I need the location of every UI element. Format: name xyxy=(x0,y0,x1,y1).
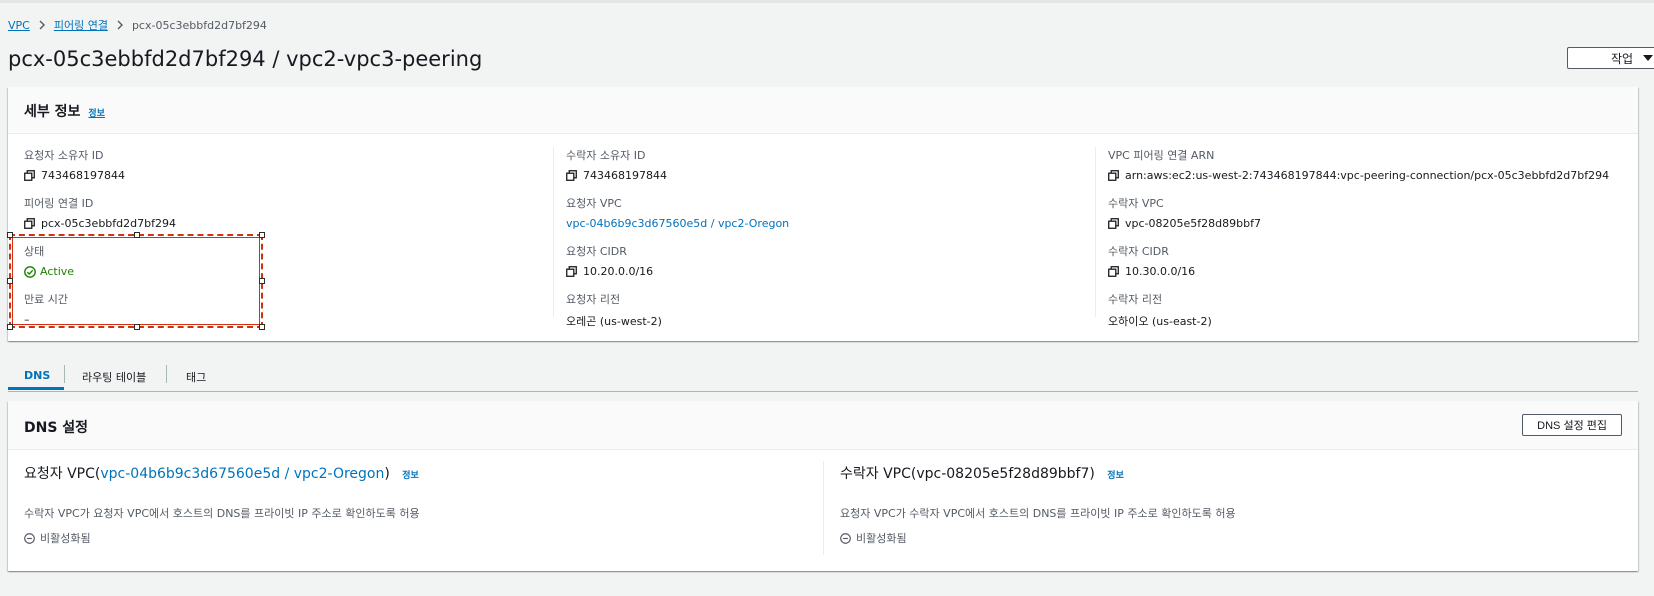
accepter-vpc-field: 수락자 VPC vpc-08205e5f28d89bbf7 xyxy=(1108,195,1261,230)
details-panel-title: 세부 정보 정보 xyxy=(24,101,105,121)
edit-dns-settings-button[interactable]: DNS 설정 편집 xyxy=(1522,414,1622,436)
resize-handle xyxy=(134,324,140,330)
requester-dns-heading: 요청자 VPC(vpc-04b6b9c3d67560e5d / vpc2-Ore… xyxy=(24,463,420,483)
requester-vpc-field: 요청자 VPC vpc-04b6b9c3d67560e5d / vpc2-Ore… xyxy=(566,195,789,230)
accepter-cidr-field: 수락자 CIDR 10.30.0.0/16 xyxy=(1108,243,1195,278)
chevron-right-icon xyxy=(38,20,46,30)
caret-down-icon xyxy=(1643,55,1654,61)
requester-dns-description: 수락자 VPC가 요청자 VPC에서 호스트의 DNS를 프라이빗 IP 주소로… xyxy=(24,507,420,520)
requester-dns-heading-suffix: ) xyxy=(384,466,390,482)
tab-dns[interactable]: DNS xyxy=(24,369,50,382)
resize-handle xyxy=(7,278,13,284)
accepter-owner-label: 수락자 소유자 ID xyxy=(566,149,646,162)
tab-bar: DNS 라우팅 테이블 태그 xyxy=(8,361,1638,392)
resize-handle xyxy=(259,232,265,238)
breadcrumb: VPC 피어링 연결 pcx-05c3ebbfd2d7bf294 xyxy=(8,17,267,33)
accepter-region-field: 수락자 리전 오하이오 (us-east-2) xyxy=(1108,291,1212,329)
accepter-dns-info-link[interactable]: 정보 xyxy=(1107,471,1124,481)
details-panel-header: 세부 정보 정보 xyxy=(8,87,1638,134)
requester-cidr-value: 10.20.0.0/16 xyxy=(583,265,654,278)
resize-handle xyxy=(259,324,265,330)
requester-cidr-label: 요청자 CIDR xyxy=(566,245,627,258)
requester-dns-state: 비활성화됨 xyxy=(24,530,420,546)
tab-active-indicator xyxy=(8,387,64,390)
arn-label: VPC 피어링 연결 ARN xyxy=(1108,149,1215,162)
requester-dns-heading-prefix: 요청자 VPC( xyxy=(24,466,101,482)
resize-handle xyxy=(7,324,13,330)
copy-icon[interactable] xyxy=(1108,170,1119,181)
accepter-cidr-value: 10.30.0.0/16 xyxy=(1125,265,1196,278)
chevron-right-icon xyxy=(116,20,124,30)
tab-tags[interactable]: 태그 xyxy=(186,369,206,385)
accepter-region-label: 수락자 리전 xyxy=(1108,293,1163,306)
requester-owner-value: 743468197844 xyxy=(41,169,125,182)
tab-route-tables[interactable]: 라우팅 테이블 xyxy=(82,369,146,385)
requester-region-field: 요청자 리전 오레곤 (us-west-2) xyxy=(566,291,662,329)
copy-icon[interactable] xyxy=(1108,218,1119,229)
dns-panel-header: DNS 설정 DNS 설정 편집 xyxy=(8,401,1638,450)
dns-panel-title: DNS 설정 xyxy=(24,420,89,436)
copy-icon[interactable] xyxy=(1108,266,1119,277)
minus-circle-icon xyxy=(840,532,851,544)
requester-dns-vpc-link[interactable]: vpc-04b6b9c3d67560e5d / vpc2-Oregon xyxy=(100,466,384,482)
page-title: pcx-05c3ebbfd2d7bf294 / vpc2-vpc3-peerin… xyxy=(8,47,483,71)
accepter-region-value: 오하이오 (us-east-2) xyxy=(1108,315,1212,328)
accepter-owner-field: 수락자 소유자 ID 743468197844 xyxy=(566,147,667,182)
accepter-dns-description: 요청자 VPC가 수락자 VPC에서 호스트의 DNS를 프라이빗 IP 주소로… xyxy=(840,507,1236,520)
minus-circle-icon xyxy=(24,532,35,544)
copy-icon[interactable] xyxy=(566,266,577,277)
dns-settings-panel: DNS 설정 DNS 설정 편집 요청자 VPC(vpc-04b6b9c3d67… xyxy=(8,401,1638,571)
arn-value: arn:aws:ec2:us-west-2:743468197844:vpc-p… xyxy=(1125,169,1610,182)
details-info-link[interactable]: 정보 xyxy=(88,109,105,119)
arn-field: VPC 피어링 연결 ARN arn:aws:ec2:us-west-2:743… xyxy=(1108,147,1609,182)
peering-id-label: 피어링 연결 ID xyxy=(24,197,94,210)
requester-dns-info-link[interactable]: 정보 xyxy=(402,471,419,481)
accepter-owner-value: 743468197844 xyxy=(583,169,667,182)
requester-dns-section: 요청자 VPC(vpc-04b6b9c3d67560e5d / vpc2-Ore… xyxy=(24,463,420,546)
column-divider xyxy=(553,147,554,317)
peering-id-field: 피어링 연결 ID pcx-05c3ebbfd2d7bf294 xyxy=(24,195,176,230)
actions-button-label: 작업 xyxy=(1610,51,1634,66)
requester-vpc-label: 요청자 VPC xyxy=(566,197,622,210)
accepter-cidr-label: 수락자 CIDR xyxy=(1108,245,1169,258)
breadcrumb-current: pcx-05c3ebbfd2d7bf294 xyxy=(131,18,267,32)
resize-handle xyxy=(259,278,265,284)
requester-dns-state-text: 비활성화됨 xyxy=(40,532,91,545)
tab-divider xyxy=(64,365,65,383)
accepter-dns-section: 수락자 VPC(vpc-08205e5f28d89bbf7) 정보 요청자 VP… xyxy=(840,463,1236,546)
accepter-dns-state: 비활성화됨 xyxy=(840,530,1236,546)
copy-icon[interactable] xyxy=(566,170,577,181)
resize-handle xyxy=(7,232,13,238)
accepter-dns-state-text: 비활성화됨 xyxy=(856,532,907,545)
page: VPC 피어링 연결 pcx-05c3ebbfd2d7bf294 pcx-05c… xyxy=(0,0,1654,596)
details-title-text: 세부 정보 xyxy=(24,104,81,120)
dns-column-divider xyxy=(823,461,824,555)
resize-handle xyxy=(134,232,140,238)
accepter-dns-heading-text: 수락자 VPC(vpc-08205e5f28d89bbf7) xyxy=(840,466,1095,482)
accepter-vpc-label: 수락자 VPC xyxy=(1108,197,1164,210)
breadcrumb-peering-link[interactable]: 피어링 연결 xyxy=(54,17,108,33)
copy-icon[interactable] xyxy=(24,170,35,181)
requester-cidr-field: 요청자 CIDR 10.20.0.0/16 xyxy=(566,243,653,278)
requester-region-value: 오레곤 (us-west-2) xyxy=(566,315,662,328)
annotation-highlight-box xyxy=(7,232,265,330)
accepter-vpc-value: vpc-08205e5f28d89bbf7 xyxy=(1125,217,1261,230)
requester-vpc-link[interactable]: vpc-04b6b9c3d67560e5d / vpc2-Oregon xyxy=(566,217,789,230)
column-divider xyxy=(1095,147,1096,317)
requester-owner-label: 요청자 소유자 ID xyxy=(24,149,104,162)
actions-button[interactable]: 작업 xyxy=(1567,47,1654,69)
requester-region-label: 요청자 리전 xyxy=(566,293,621,306)
peering-id-value: pcx-05c3ebbfd2d7bf294 xyxy=(41,217,176,230)
requester-owner-field: 요청자 소유자 ID 743468197844 xyxy=(24,147,125,182)
breadcrumb-vpc-link[interactable]: VPC xyxy=(8,19,30,32)
copy-icon[interactable] xyxy=(24,218,35,229)
accepter-dns-heading: 수락자 VPC(vpc-08205e5f28d89bbf7) 정보 xyxy=(840,463,1236,483)
tab-divider xyxy=(166,365,167,383)
